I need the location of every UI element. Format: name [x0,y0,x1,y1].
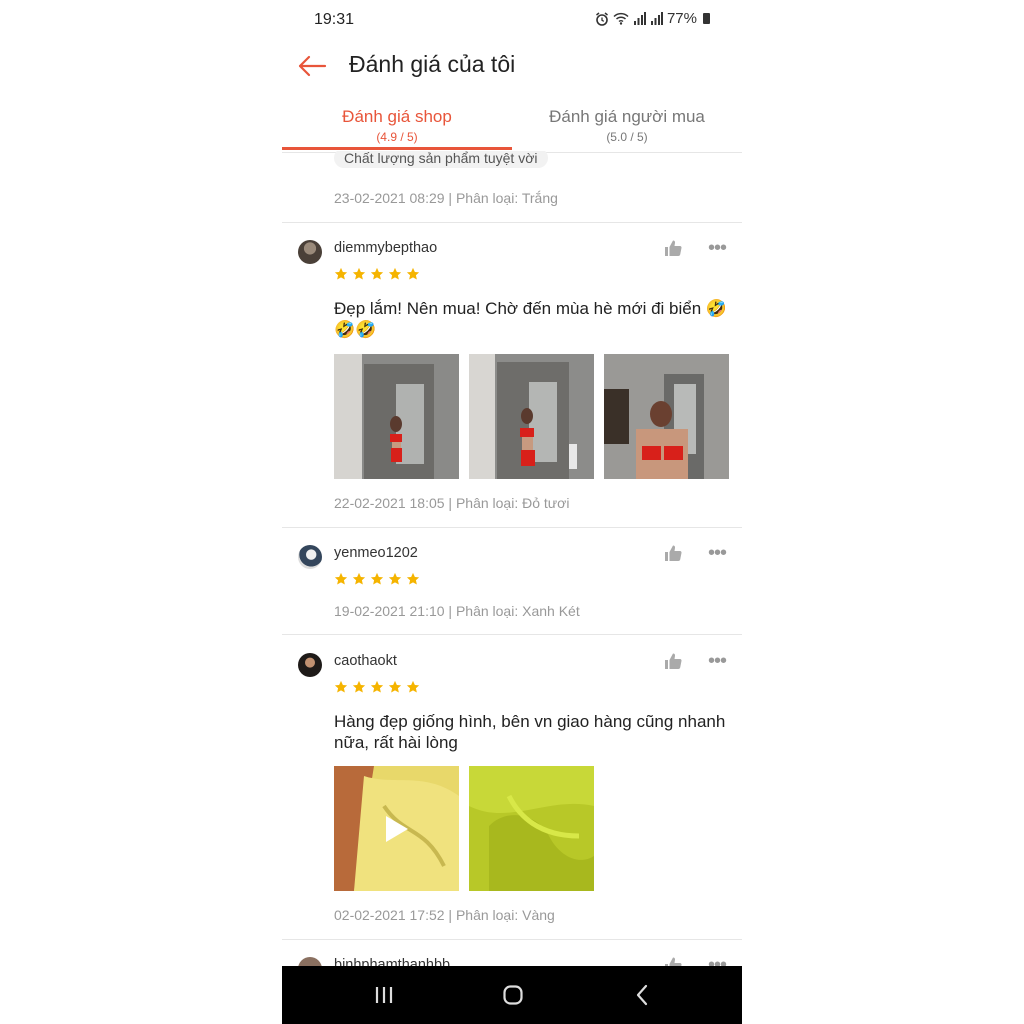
avatar [298,957,322,966]
tab-rating: (4.9 / 5) [376,130,418,144]
status-icons: 77% [595,10,710,27]
more-dots-icon[interactable]: ••• [708,238,727,258]
home-icon[interactable] [501,983,525,1007]
phone-screen: 19:31 77% Đánh giá của tôi Đánh giá shop… [282,0,742,1024]
review-photo[interactable] [469,354,594,479]
thumbs-up-icon[interactable] [663,955,683,966]
thumbs-up-icon[interactable] [663,651,683,671]
battery-percent: 77% [666,10,697,27]
star-icon [406,267,420,280]
star-icon [334,267,348,280]
divider [282,939,742,940]
tab-buyer-reviews[interactable]: Đánh giá người mua (5.0 / 5) [512,100,742,151]
comment-line: Hàng đẹp giống hình, bên vn giao hàng cũ… [334,712,726,731]
avatar [298,240,322,264]
star-icon [370,572,384,585]
star-icon [388,267,402,280]
divider [282,634,742,635]
star-icon [352,267,366,280]
review-photo[interactable] [334,354,459,479]
star-icon [370,680,384,693]
star-icon [334,680,348,693]
star-icon [352,572,366,585]
review-video[interactable] [334,766,459,891]
divider [282,527,742,528]
star-icon [334,572,348,585]
status-bar: 19:31 77% [282,0,742,40]
star-icon [388,680,402,693]
review-username: binhphamthanhbb [334,957,451,966]
review-tag: Chất lượng sản phẩm tuyệt vời [334,151,548,168]
comment-line: Đẹp lắm! Nên mua! Chờ đến mùa hè mới đi … [334,299,728,318]
thumbs-up-icon[interactable] [663,543,683,563]
star-icon [388,572,402,585]
system-nav-bar [282,966,742,1024]
wifi-icon [613,12,629,25]
comment-line: 🤣🤣 [334,320,377,339]
more-dots-icon[interactable]: ••• [708,543,727,563]
status-time: 19:31 [314,11,355,28]
star-rating [334,572,420,586]
tab-shop-reviews[interactable]: Đánh giá shop (4.9 / 5) [282,100,512,151]
review-meta: 23-02-2021 08:29 | Phân loại: Trắng [334,190,558,206]
review-username: yenmeo1202 [334,545,418,561]
signal-icon [650,12,663,25]
tab-rating: (5.0 / 5) [606,130,648,144]
thumbs-up-icon[interactable] [663,238,683,258]
star-rating [334,680,420,694]
review-meta: 22-02-2021 18:05 | Phân loại: Đỏ tươi [334,495,570,511]
star-icon [406,680,420,693]
tab-label: Đánh giá người mua [549,107,705,126]
star-rating [334,267,420,281]
review-tabs: Đánh giá shop (4.9 / 5) Đánh giá người m… [282,100,742,153]
star-icon [352,680,366,693]
active-tab-indicator [282,147,512,150]
more-dots-icon[interactable]: ••• [708,651,727,671]
arrow-left-icon[interactable] [296,50,328,82]
tab-label: Đánh giá shop [342,107,452,126]
page-title: Đánh giá của tôi [349,51,516,77]
review-username: caothaokt [334,653,397,669]
alarm-icon [596,11,608,26]
review-comment: Hàng đẹp giống hình, bên vn giao hàng cũ… [334,711,729,753]
review-comment: Đẹp lắm! Nên mua! Chờ đến mùa hè mới đi … [334,298,729,340]
app-header: Đánh giá của tôi [282,40,742,92]
recent-apps-icon[interactable] [372,983,396,1007]
signal-icon [633,12,646,25]
review-meta: 19-02-2021 21:10 | Phân loại: Xanh Két [334,603,580,619]
comment-line: nữa, rất hài lòng [334,733,458,752]
star-icon [406,572,420,585]
review-username: diemmybepthao [334,240,438,256]
battery-icon [703,13,710,24]
play-icon[interactable] [384,814,410,844]
review-photo[interactable] [469,766,594,891]
chevron-left-icon[interactable] [631,983,655,1007]
divider [282,222,742,223]
review-meta: 02-02-2021 17:52 | Phân loại: Vàng [334,907,555,923]
avatar [298,545,322,569]
avatar [298,653,322,677]
review-list[interactable]: Chất lượng sản phẩm tuyệt vời 23-02-2021… [282,151,742,966]
review-photo[interactable] [604,354,729,479]
star-icon [370,267,384,280]
